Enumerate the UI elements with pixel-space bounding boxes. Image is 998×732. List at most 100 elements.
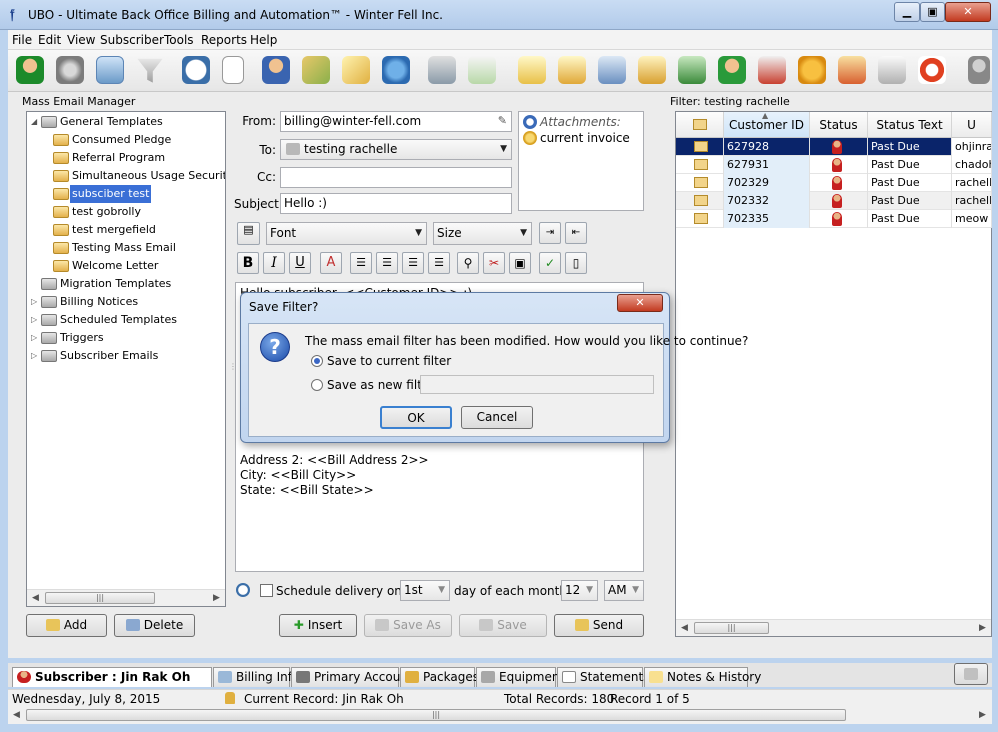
expand-arrow-icon[interactable]: ▷ bbox=[31, 347, 39, 365]
align-center-icon[interactable]: ☰ bbox=[376, 252, 398, 274]
from-field[interactable]: billing@winter-fell.com ✎ bbox=[280, 111, 512, 132]
tree-node-subscriber-emails[interactable]: ▷ Subscriber Emails bbox=[27, 347, 225, 365]
tree-horizontal-scrollbar[interactable]: ◀ ||| ▶ bbox=[27, 589, 225, 606]
tree-node-consumed-pledge[interactable]: Consumed Pledge bbox=[27, 131, 225, 149]
save-current-radio[interactable] bbox=[311, 355, 323, 367]
scroll-right-icon[interactable]: ▶ bbox=[208, 590, 225, 606]
bold-button[interactable]: B bbox=[237, 252, 259, 274]
package-icon[interactable] bbox=[302, 56, 330, 84]
save-record-button[interactable] bbox=[954, 663, 988, 685]
add-button[interactable]: Add bbox=[26, 614, 107, 637]
save-new-radio[interactable] bbox=[311, 379, 323, 391]
align-right-icon[interactable]: ☰ bbox=[402, 252, 424, 274]
expand-arrow-icon[interactable]: ▷ bbox=[31, 311, 39, 329]
chart-icon[interactable] bbox=[678, 56, 706, 84]
insert-image-icon[interactable]: ▣ bbox=[509, 252, 531, 274]
tree-node-referral-program[interactable]: Referral Program bbox=[27, 149, 225, 167]
cancel-button[interactable]: Cancel bbox=[461, 406, 533, 429]
column-header-username[interactable]: U bbox=[952, 112, 992, 138]
tab-equipment[interactable]: Equipment bbox=[476, 667, 564, 687]
attachments-box[interactable]: Attachments: current invoice bbox=[518, 111, 644, 211]
chevron-down-icon[interactable]: ▼ bbox=[632, 581, 639, 599]
basket-icon[interactable] bbox=[838, 56, 866, 84]
underline-button[interactable]: U bbox=[289, 252, 311, 274]
chevron-down-icon[interactable]: ▼ bbox=[586, 581, 593, 599]
save-as-button[interactable]: Save As bbox=[364, 614, 452, 637]
menu-file[interactable]: File bbox=[12, 33, 32, 47]
tree-node-test-mergefield[interactable]: test mergefield bbox=[27, 221, 225, 239]
delete-button[interactable]: Delete bbox=[114, 614, 195, 637]
column-header-icon[interactable] bbox=[676, 112, 724, 138]
edit-note-icon[interactable] bbox=[558, 56, 586, 84]
italic-button[interactable]: I bbox=[263, 252, 285, 274]
scroll-right-icon[interactable]: ▶ bbox=[974, 620, 991, 636]
ok-button[interactable]: OK bbox=[380, 406, 452, 429]
tab-billing-info[interactable]: Billing Info bbox=[213, 667, 299, 687]
save-button[interactable]: Save bbox=[459, 614, 547, 637]
grid-horizontal-scrollbar[interactable]: ◀ ||| ▶ bbox=[676, 619, 991, 636]
chevron-down-icon[interactable]: ▼ bbox=[415, 223, 422, 244]
subject-field[interactable]: Hello :) bbox=[280, 193, 512, 214]
tree-node-welcome-letter[interactable]: Welcome Letter bbox=[27, 257, 225, 275]
chevron-down-icon[interactable]: ▼ bbox=[500, 140, 507, 158]
new-note-icon[interactable] bbox=[518, 56, 546, 84]
expand-arrow-icon[interactable]: ◢ bbox=[31, 113, 39, 131]
indent-decrease-icon[interactable]: ⇤ bbox=[565, 222, 587, 244]
maximize-button[interactable]: ▣ bbox=[920, 2, 945, 22]
scroll-right-icon[interactable]: ▶ bbox=[974, 707, 991, 723]
tab-packages[interactable]: Packages bbox=[400, 667, 479, 687]
tree-node-subsciber-test[interactable]: subsciber test bbox=[27, 185, 225, 203]
tree-node-simultaneous-usage[interactable]: Simultaneous Usage Security Alert bbox=[27, 167, 225, 185]
subscriber-network-icon[interactable] bbox=[262, 56, 290, 84]
tree-node-general-templates[interactable]: ◢ General Templates bbox=[27, 113, 225, 131]
chevron-down-icon[interactable]: ▼ bbox=[520, 223, 527, 244]
settings-gears-icon[interactable] bbox=[56, 56, 84, 84]
scroll-thumb[interactable]: ||| bbox=[694, 622, 769, 634]
help-lifebuoy-icon[interactable] bbox=[918, 56, 946, 84]
scroll-left-icon[interactable]: ◀ bbox=[676, 620, 693, 636]
chevron-down-icon[interactable]: ▼ bbox=[438, 581, 445, 599]
scroll-left-icon[interactable]: ◀ bbox=[8, 707, 25, 723]
table-row[interactable]: 627931 Past Due chadohv bbox=[676, 156, 992, 174]
menu-subscriber[interactable]: Subscriber bbox=[100, 33, 164, 47]
pencil-edit-icon[interactable]: ✎ bbox=[498, 112, 507, 130]
column-header-status[interactable]: Status bbox=[810, 112, 868, 138]
tree-node-testing-mass-email[interactable]: Testing Mass Email bbox=[27, 239, 225, 257]
tree-node-billing-notices[interactable]: ▷ Billing Notices bbox=[27, 293, 225, 311]
tree-node-triggers[interactable]: ▷ Triggers bbox=[27, 329, 225, 347]
server-icon[interactable] bbox=[428, 56, 456, 84]
spellcheck-icon[interactable]: ✓ bbox=[539, 252, 561, 274]
spam-icon[interactable] bbox=[798, 56, 826, 84]
schedule-ampm-dropdown[interactable]: AM ▼ bbox=[604, 580, 644, 601]
save-current-label[interactable]: Save to current filter bbox=[327, 354, 451, 368]
menu-reports[interactable]: Reports bbox=[201, 33, 247, 47]
size-dropdown[interactable]: Size ▼ bbox=[433, 222, 532, 245]
save-new-label[interactable]: Save as new filter bbox=[327, 378, 434, 392]
indent-increase-icon[interactable]: ⇥ bbox=[539, 222, 561, 244]
new-filter-name-input[interactable] bbox=[420, 375, 654, 394]
add-subscriber-icon[interactable] bbox=[16, 56, 44, 84]
globe-icon[interactable] bbox=[382, 56, 410, 84]
tab-statements[interactable]: Statements bbox=[557, 667, 649, 687]
table-row[interactable]: 702335 Past Due meow bbox=[676, 210, 992, 228]
remove-link-icon[interactable]: ✂ bbox=[483, 252, 505, 274]
scroll-thumb[interactable]: ||| bbox=[26, 709, 846, 721]
close-button[interactable]: ✕ bbox=[945, 2, 991, 22]
template-tree[interactable]: ◢ General Templates Consumed Pledge Refe… bbox=[26, 111, 226, 607]
notes-pencil-icon[interactable] bbox=[342, 56, 370, 84]
expand-arrow-icon[interactable]: ▷ bbox=[31, 329, 39, 347]
schedule-day-dropdown[interactable]: 1st ▼ bbox=[400, 580, 450, 601]
font-color-icon[interactable]: A bbox=[320, 252, 342, 274]
dialog-close-button[interactable]: ✕ bbox=[617, 294, 663, 312]
menu-help[interactable]: Help bbox=[250, 33, 277, 47]
tree-node-scheduled-templates[interactable]: ▷ Scheduled Templates bbox=[27, 311, 225, 329]
tree-node-migration-templates[interactable]: Migration Templates bbox=[27, 275, 225, 293]
mailbox-icon[interactable] bbox=[758, 56, 786, 84]
user-icon[interactable] bbox=[718, 56, 746, 84]
to-dropdown[interactable]: testing rachelle ▼ bbox=[280, 139, 512, 160]
html-source-icon[interactable]: ▯ bbox=[565, 252, 587, 274]
scroll-left-icon[interactable]: ◀ bbox=[27, 590, 44, 606]
splitter-grip[interactable]: ⋮ bbox=[229, 362, 237, 376]
envelope-icon[interactable] bbox=[468, 56, 496, 84]
column-header-status-text[interactable]: Status Text bbox=[868, 112, 952, 138]
